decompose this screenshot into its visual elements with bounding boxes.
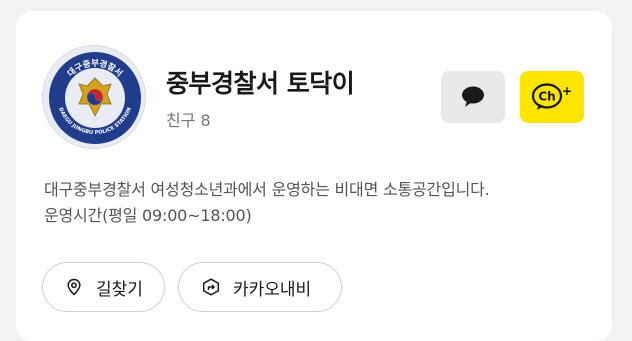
chat-bubble-icon xyxy=(462,86,484,107)
channel-add-button[interactable]: Ch + xyxy=(520,71,584,123)
channel-description: 대구중부경찰서 여성청소년과에서 운영하는 비대면 소통공간입니다. 운영시간(… xyxy=(44,177,604,229)
channel-add-icon: Ch + xyxy=(532,83,572,110)
channel-name: 중부경찰서 토닥이 xyxy=(166,69,355,98)
kakao-navi-button[interactable]: 카카오내비 xyxy=(178,262,342,312)
svg-text:Ch: Ch xyxy=(538,90,555,104)
description-line-1: 대구중부경찰서 여성청소년과에서 운영하는 비대면 소통공간입니다. xyxy=(44,180,490,199)
description-line-2: 운영시간(평일 09:00~18:00) xyxy=(44,206,252,225)
location-pin-icon xyxy=(67,278,81,296)
route-label: 길찾기 xyxy=(96,279,143,300)
navigation-turn-icon xyxy=(202,278,220,296)
friend-count: 친구 8 xyxy=(166,111,211,130)
svg-text:+: + xyxy=(562,84,572,98)
kakao-navi-label: 카카오내비 xyxy=(233,279,312,300)
police-logo: 대구중부경찰서 DAEGU JUNGBU POLICE STATION xyxy=(42,45,146,149)
chat-button[interactable] xyxy=(441,71,505,123)
route-button[interactable]: 길찾기 xyxy=(42,262,165,312)
